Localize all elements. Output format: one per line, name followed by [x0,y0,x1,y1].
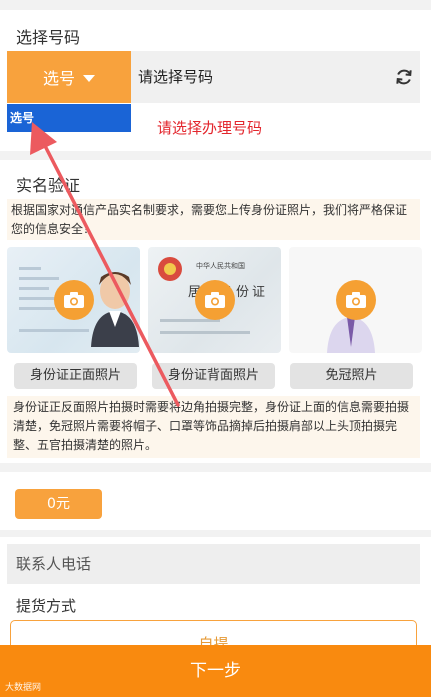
camera-icon [53,280,94,320]
portrait-photo-button[interactable]: 免冠照片 [290,363,413,389]
contact-phone-field[interactable]: 联系人电话 [7,544,420,584]
select-number-hint: 请选择办理号码 [157,119,263,137]
select-number-button[interactable]: 选号 [7,51,131,103]
caret-down-icon [83,74,95,82]
photo-requirements-text: 身份证正反面照片拍摄时需要将边角拍摄完整，身份证上面的信息需要拍摄清楚，免冠照片… [7,396,420,458]
id-front-photo-upload[interactable] [7,247,140,353]
price-button[interactable]: 0元 [15,489,102,519]
number-placeholder: 请选择号码 [138,68,214,86]
refresh-icon[interactable] [394,67,414,87]
pickup-title: 提货方式 [16,597,77,615]
next-step-button[interactable]: 下一步 [0,645,431,697]
id-back-photo-upload[interactable]: 中华人民共和国 居民身份证 [148,247,281,353]
id-back-photo-button[interactable]: 身份证背面照片 [152,363,275,389]
id-back-header: 中华人民共和国 [196,262,245,270]
dropdown-option-select[interactable]: 选号 [7,104,131,132]
verification-title: 实名验证 [16,176,81,195]
watermark: 大数据网 [5,683,42,693]
camera-icon [335,280,376,320]
select-number-title: 选择号码 [16,28,81,47]
id-front-photo-button[interactable]: 身份证正面照片 [14,363,137,389]
portrait-photo-upload[interactable] [289,247,422,353]
select-number-button-label: 选号 [42,69,75,88]
number-select-row[interactable]: 选号 请选择号码 [7,51,420,103]
verification-notice: 根据国家对通信产品实名制要求，需要您上传身份证照片，我们将严格保证您的信息安全！ [7,199,420,240]
camera-icon [194,280,235,320]
